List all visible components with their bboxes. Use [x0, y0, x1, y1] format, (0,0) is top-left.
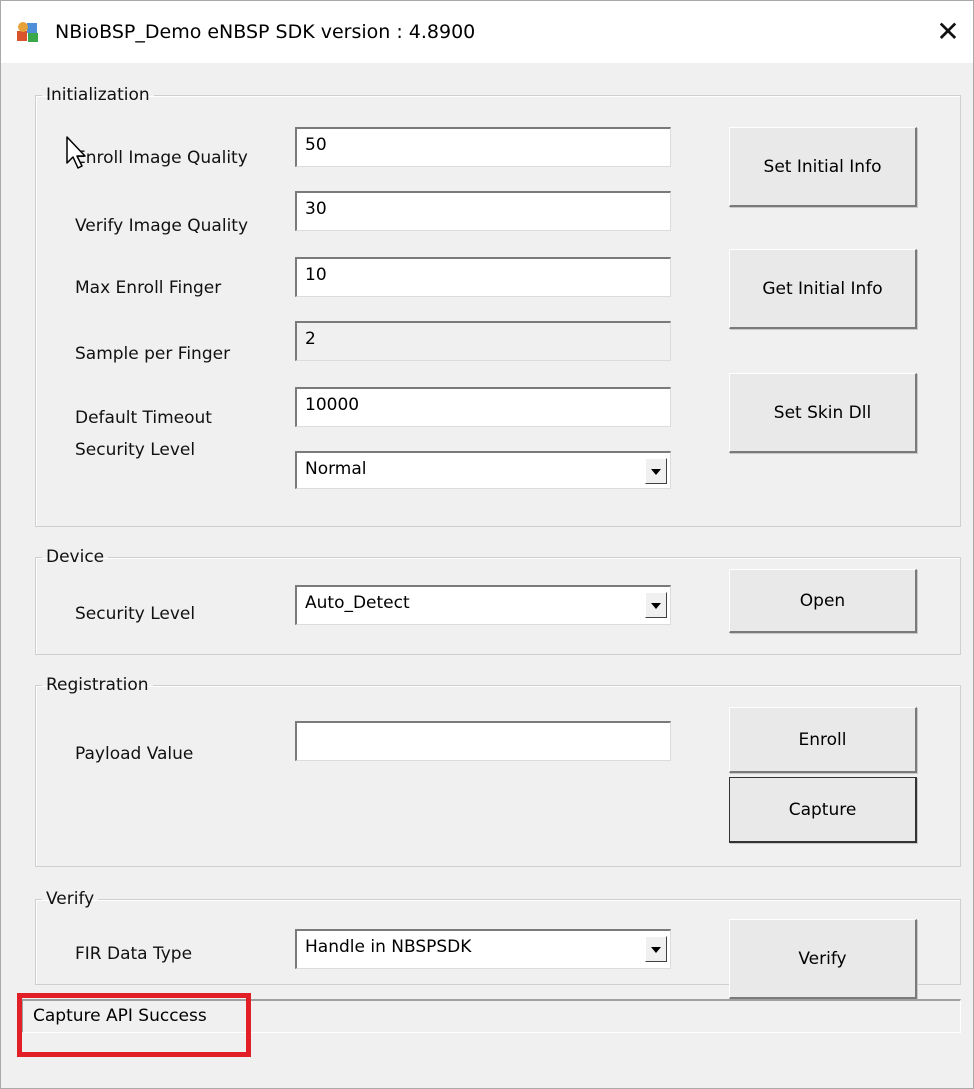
init-security-level-value: Normal	[305, 459, 367, 479]
enroll-button[interactable]: Enroll	[729, 707, 917, 773]
mouse-pointer-icon	[66, 136, 86, 169]
device-security-level-select[interactable]: Auto_Detect	[295, 585, 671, 625]
chevron-down-icon[interactable]	[645, 936, 667, 962]
fir-data-type-value: Handle in NBSPSDK	[305, 937, 472, 957]
chevron-down-icon[interactable]	[645, 592, 667, 618]
enroll-image-quality-input[interactable]: 50	[295, 127, 671, 167]
fir-data-type-label: FIR Data Type	[75, 944, 193, 964]
status-highlight-box	[17, 993, 251, 1057]
init-security-level-label: Security Level	[75, 440, 196, 460]
registration-legend: Registration	[46, 675, 149, 695]
payload-value-label: Payload Value	[75, 744, 194, 764]
verify-image-quality-label: Verify Image Quality	[75, 216, 249, 236]
enroll-image-quality-label: Enroll Image Quality	[75, 148, 248, 168]
init-security-level-select[interactable]: Normal	[295, 451, 671, 489]
chevron-down-icon[interactable]	[645, 458, 667, 484]
max-enroll-finger-label: Max Enroll Finger	[75, 278, 222, 298]
window-title: NBioBSP_Demo eNBSP SDK version : 4.8900	[55, 21, 476, 43]
set-skin-dll-button[interactable]: Set Skin Dll	[729, 373, 917, 453]
app-icon	[17, 22, 38, 42]
client-area: Initialization Enroll Image Quality 50 V…	[1, 63, 973, 1088]
sample-per-finger-input: 2	[295, 321, 671, 361]
default-timeout-input[interactable]: 10000	[295, 387, 671, 427]
payload-value-input[interactable]	[295, 721, 671, 761]
app-window: NBioBSP_Demo eNBSP SDK version : 4.8900 …	[0, 0, 974, 1089]
open-button[interactable]: Open	[729, 569, 917, 633]
device-security-level-value: Auto_Detect	[305, 593, 410, 613]
initialization-legend: Initialization	[46, 85, 150, 105]
verify-legend: Verify	[46, 889, 95, 909]
close-icon[interactable]: ✕	[931, 15, 965, 49]
capture-button[interactable]: Capture	[729, 777, 917, 843]
device-legend: Device	[46, 547, 105, 567]
max-enroll-finger-input[interactable]: 10	[295, 257, 671, 297]
title-bar: NBioBSP_Demo eNBSP SDK version : 4.8900 …	[1, 1, 973, 63]
fir-data-type-select[interactable]: Handle in NBSPSDK	[295, 929, 671, 969]
default-timeout-label: Default Timeout	[75, 408, 212, 428]
verify-button[interactable]: Verify	[729, 919, 917, 999]
set-initial-info-button[interactable]: Set Initial Info	[729, 127, 917, 207]
sample-per-finger-label: Sample per Finger	[75, 344, 231, 364]
device-security-level-label: Security Level	[75, 604, 196, 624]
verify-image-quality-input[interactable]: 30	[295, 191, 671, 231]
get-initial-info-button[interactable]: Get Initial Info	[729, 249, 917, 329]
